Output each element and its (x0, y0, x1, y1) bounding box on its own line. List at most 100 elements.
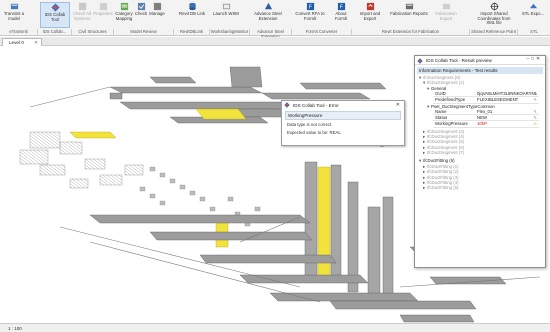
category-mapping-button[interactable]: Category Mapping (115, 2, 133, 28)
close-icon[interactable]: ✕ (396, 102, 400, 108)
import-export-button[interactable]: Import and Export (354, 2, 386, 28)
highlighted-duct-segment[interactable] (195, 108, 247, 120)
check-systems-label: Check All Systems (73, 11, 91, 21)
fabrication-export-label: Fabrication Export (435, 11, 457, 21)
check-systems-icon (78, 2, 86, 11)
tree-node-label: IfcDuctSegment (5) (427, 139, 465, 145)
tree-node-label: IfcDuctFitting (4) (427, 180, 459, 186)
result-preview-panel[interactable]: IDS Collab Tool - Result preview –□✕ Inf… (414, 55, 546, 268)
group-model-review: Model Review (114, 29, 174, 35)
stl-export-button[interactable]: STL Expo... (520, 2, 546, 28)
manage-icon (153, 2, 161, 11)
tab-level-0-label: Level 0 (9, 40, 24, 45)
convert-rfa-icon: F (306, 2, 314, 10)
revit-db-link-icon (188, 2, 196, 11)
launch-wsm-button[interactable]: Launch WSM (212, 2, 240, 28)
tree-node-label: IfcDuctSegment (4) (427, 133, 465, 139)
check-icon (137, 2, 145, 11)
stl-export-label: STL Expo... (521, 11, 545, 16)
error-dialog-titlebar[interactable]: IDS Collab Tool - Error ✕ (282, 101, 404, 109)
result-panel-titlebar[interactable]: IDS Collab Tool - Result preview –□✕ (415, 56, 545, 65)
transmit-icon (10, 3, 18, 10)
tree-node-label: IfcDuctSegment (3) (427, 128, 465, 134)
tree-node-label: IfcDuctSegment (9) (423, 75, 461, 80)
import-coords-icon (489, 2, 499, 11)
fabrication-export-button[interactable]: Fabrication Export (430, 2, 462, 28)
tree-node-label: IfcDuctSegment (2) (427, 80, 465, 86)
transmit-label: Transmit a model (3, 11, 25, 21)
window-controls[interactable]: –□✕ (526, 57, 542, 62)
import-coords-button[interactable]: Import Shared Coordinates from XML file (474, 2, 514, 28)
close-icon[interactable]: ✕ (34, 40, 38, 46)
group-shared-reference: Shared Reference Point (470, 29, 518, 35)
properties-icon (99, 2, 107, 11)
view-scale[interactable]: 1 : 100 (8, 326, 22, 331)
import-export-label: Import and Export (359, 11, 381, 21)
group-stl: STL (530, 29, 538, 34)
tree-node-label: IfcDuctFitting (3) (427, 174, 459, 180)
tree-node-label: General (431, 85, 447, 91)
property-value: 0jqVA8LMiHT3L8NNKOARYN1 (477, 91, 538, 97)
edit-icon[interactable]: ✎ (533, 115, 537, 121)
warning-icon[interactable]: ⚠ (533, 121, 537, 127)
group-ids-collab: IDS Collab... (38, 29, 72, 35)
view-tab-bar: Level 0 ✕ (0, 37, 550, 46)
highlighted-duct-segment[interactable] (69, 131, 117, 139)
tree-node[interactable]: ▸ IfcDuctSegment (7) (417, 150, 543, 155)
error-message: Data type is not correct. (287, 121, 333, 127)
edit-icon[interactable]: ✎ (533, 91, 537, 97)
tree-node[interactable]: ▸ IfcDuctFitting (5) (417, 185, 543, 190)
error-field-name: WorkingPressure (285, 111, 401, 120)
check-all-systems-button[interactable]: Check All Systems (72, 2, 92, 28)
properties-label: Properties (93, 11, 113, 16)
convert-rfa-label: Convert RFA to Formlt (295, 11, 325, 21)
properties-button[interactable]: Properties (93, 2, 113, 28)
error-dialog[interactable]: IDS Collab Tool - Error ✕ WorkingPressur… (281, 100, 405, 146)
edit-icon[interactable]: ✎ (533, 97, 537, 103)
tree-node-label: IfcDuctFitting (1) (427, 163, 459, 169)
manage-button[interactable]: Manage (149, 2, 165, 28)
about-formit-icon: F (337, 2, 345, 10)
tree-node-label: IfcDuctFitting (2) (427, 169, 459, 175)
error-expected: Expected value to be: REAL (287, 129, 341, 135)
ribbon: Transmit a model IDS Collab Tool Check A… (0, 0, 550, 39)
tree-node-label: IfcDuctFitting (5) (423, 158, 455, 164)
group-advance-steel: Advance Steel Extension (250, 29, 292, 39)
launch-wsm-label: Launch WSM (213, 11, 239, 16)
manage-label: Manage (149, 11, 165, 16)
convert-rfa-button[interactable]: F Convert RFA to Formlt (295, 2, 325, 28)
advance-steel-label: Advance Steel Extension (254, 11, 282, 21)
about-formit-label: About Formlt (334, 11, 348, 21)
group-formit-converter: FormIt Converter (292, 29, 352, 35)
property-key: PredefinedType (435, 97, 466, 103)
about-formit-button[interactable]: F About Formlt (330, 2, 352, 28)
tree-node-label: IfcDuctFitting (5) (427, 185, 459, 191)
category-mapping-label: Category Mapping (115, 11, 133, 21)
stl-export-icon (529, 3, 537, 9)
close-icon[interactable]: ✕ (536, 57, 542, 62)
fabrication-export-icon (442, 3, 450, 10)
revit-db-link-button[interactable]: Revit DB Link (178, 2, 206, 28)
property-value-error: 10hP (477, 121, 488, 127)
property-row-error[interactable]: WorkingPressure 10hP ⚠ (433, 121, 539, 128)
tree-node-label: Pset_DuctSegmentTypeCommon (431, 103, 495, 109)
advance-steel-button[interactable]: Advance Steel Extension (252, 2, 284, 28)
check-button[interactable]: Check (134, 2, 148, 28)
fabrication-reports-icon (405, 3, 413, 10)
ids-collab-button[interactable]: IDS Collab Tool (40, 2, 70, 28)
fabrication-reports-button[interactable]: Fabrication Reports (390, 2, 428, 28)
group-civil-structures: Civil Structures (72, 29, 114, 35)
transmit-model-button[interactable]: Transmit a model (3, 2, 25, 28)
edit-icon[interactable]: ✎ (533, 109, 537, 115)
advance-steel-icon (264, 2, 272, 10)
results-section-header: Information Requirements - Test results (417, 67, 543, 74)
property-key: GUID (435, 91, 446, 97)
equipment-cluster-left (19, 131, 144, 189)
category-mapping-icon (120, 2, 128, 11)
group-revit-fabrication: Revit Extension for Fabrication (352, 29, 470, 35)
property-key: WorkingPressure (435, 121, 468, 127)
tab-level-0[interactable]: Level 0 ✕ (2, 38, 42, 46)
fabrication-reports-label: Fabrication Reports (390, 11, 428, 16)
group-worksharing-monitor: WorksharingMonitor (210, 29, 250, 35)
group-revitdblink: RevitDBLink (174, 29, 210, 35)
